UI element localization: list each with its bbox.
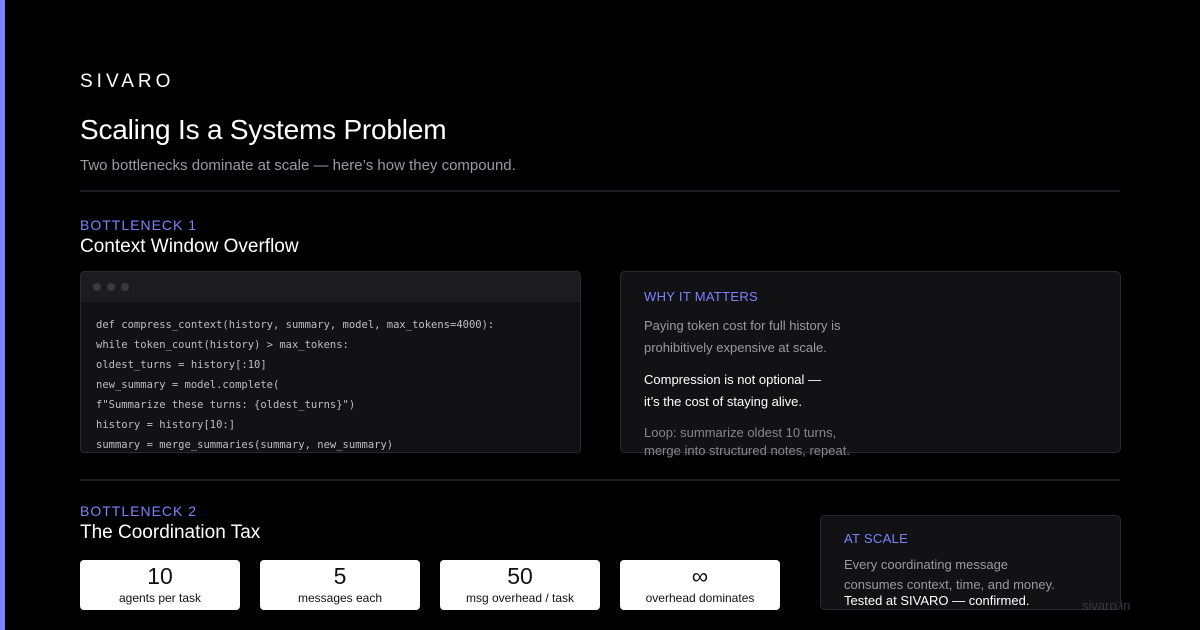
- at-scale-card: AT SCALE Every coordinating message cons…: [820, 515, 1121, 610]
- stat-label: msg overhead / task: [465, 591, 575, 605]
- stat-card: 10 agents per task: [80, 560, 240, 610]
- stat-value: 10: [147, 563, 173, 589]
- bottleneck-1-eyebrow: BOTTLENECK 1: [80, 217, 198, 233]
- code-line: history = history[10:]: [96, 419, 236, 431]
- why-p1-line: Paying token cost for full history is: [644, 318, 841, 333]
- watermark: sivaro.in: [1082, 598, 1131, 613]
- bottleneck-2-heading: The Coordination Tax: [80, 522, 261, 543]
- code-panel: def compress_context(history, summary, m…: [80, 271, 581, 453]
- stat-card: 5 messages each: [260, 560, 420, 610]
- why-p1-line: prohibitively expensive at scale.: [644, 340, 827, 355]
- brand-logo: SIVARO: [80, 71, 175, 92]
- stat-label: agents per task: [118, 591, 202, 605]
- code-block: def compress_context(history, summary, m…: [81, 302, 580, 452]
- why-p2-line: it’s the cost of staying alive.: [644, 394, 803, 409]
- at-scale-line: Every coordinating message: [844, 557, 1009, 572]
- window-dot-icon: [93, 283, 101, 291]
- window-dot-icon: [121, 283, 129, 291]
- stat-card: ∞ overhead dominates: [620, 560, 780, 610]
- code-line: while token_count(history) > max_tokens:: [96, 339, 349, 351]
- page-title: Scaling Is a Systems Problem: [80, 114, 447, 145]
- window-dot-icon: [107, 283, 115, 291]
- divider: [80, 479, 1120, 481]
- why-p3-line: merge into structured notes, repeat.: [644, 443, 850, 458]
- code-titlebar: [81, 272, 580, 302]
- why-p3-line: Loop: summarize oldest 10 turns,: [644, 425, 837, 440]
- at-scale-label: AT SCALE: [844, 531, 909, 546]
- why-paragraph-3: Loop: summarize oldest 10 turns, merge i…: [644, 424, 850, 460]
- why-it-matters-label: WHY IT MATTERS: [644, 289, 758, 304]
- bottleneck-2-eyebrow: BOTTLENECK 2: [80, 503, 198, 519]
- at-scale-text: Every coordinating message consumes cont…: [844, 555, 1055, 595]
- stat-value: 5: [333, 563, 347, 589]
- stat-card: 50 msg overhead / task: [440, 560, 600, 610]
- accent-bar: [0, 0, 5, 630]
- why-p2-line: Compression is not optional —: [644, 372, 822, 387]
- bottleneck-1-heading: Context Window Overflow: [80, 236, 299, 257]
- code-line: new_summary = model.complete(: [96, 379, 280, 391]
- why-paragraph-2: Compression is not optional — it’s the c…: [644, 369, 821, 413]
- stat-value: 50: [507, 563, 533, 589]
- page-subtitle: Two bottlenecks dominate at scale — here…: [80, 157, 516, 174]
- code-line: f"Summarize these turns: {oldest_turns}"…: [96, 399, 356, 411]
- code-line: summary = merge_summaries(summary, new_s…: [96, 439, 394, 451]
- code-line: def compress_context(history, summary, m…: [96, 319, 495, 331]
- stat-value: ∞: [691, 563, 709, 589]
- why-it-matters-card: WHY IT MATTERS Paying token cost for ful…: [620, 271, 1121, 458]
- at-scale-confirmed: Tested at SIVARO — confirmed.: [844, 593, 1030, 608]
- stat-label: overhead dominates: [645, 591, 755, 605]
- stat-label: messages each: [297, 591, 383, 605]
- divider: [80, 190, 1120, 192]
- why-paragraph-1: Paying token cost for full history is pr…: [644, 315, 841, 359]
- code-line: oldest_turns = history[:10]: [96, 359, 267, 371]
